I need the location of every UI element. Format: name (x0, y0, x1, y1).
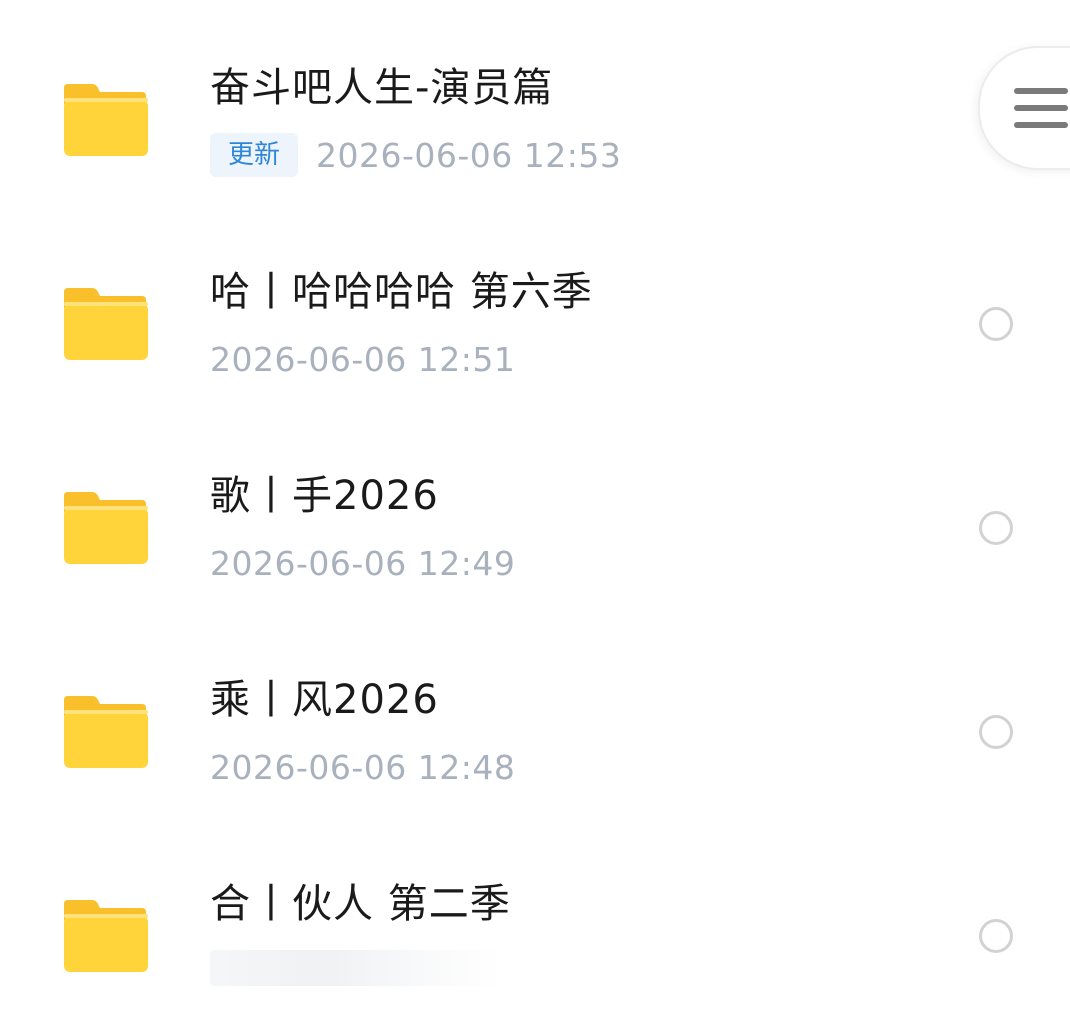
folder-meta: 更新 2026-06-06 12:53 (210, 133, 621, 177)
modified-date: 2026-06-06 12:49 (210, 543, 516, 583)
folder-icon (62, 896, 148, 972)
list-item-folder[interactable]: 乘丨风2026 2026-06-06 12:48 (0, 612, 1070, 816)
obscured-date (210, 950, 500, 986)
folder-icon (62, 80, 148, 156)
folder-meta: 2026-06-06 12:49 (210, 541, 515, 585)
select-radio[interactable] (979, 919, 1013, 953)
list-item-folder[interactable]: 哈丨哈哈哈哈 第六季 2026-06-06 12:51 (0, 204, 1070, 408)
list-item-folder[interactable]: 歌丨手2026 2026-06-06 12:49 (0, 408, 1070, 612)
modified-date: 2026-06-06 12:48 (210, 747, 516, 787)
modified-date: 2026-06-06 12:53 (316, 135, 622, 175)
select-radio[interactable] (979, 511, 1013, 545)
list-item-folder[interactable]: 合丨伙人 第二季 (0, 816, 1070, 1020)
folder-name: 合丨伙人 第二季 (210, 881, 511, 927)
folder-meta: 2026-06-06 12:48 (210, 745, 515, 789)
select-radio[interactable] (979, 715, 1013, 749)
folder-icon (62, 488, 148, 564)
folder-icon (62, 284, 148, 360)
folder-icon (62, 692, 148, 768)
folder-name: 哈丨哈哈哈哈 第六季 (210, 269, 593, 315)
select-radio[interactable] (979, 307, 1013, 341)
folder-name: 奋斗吧人生-演员篇 (210, 65, 554, 111)
update-badge: 更新 (210, 133, 299, 177)
file-list: 奋斗吧人生-演员篇 更新 2026-06-06 12:53 哈丨哈哈哈哈 第六季… (0, 0, 1070, 1020)
folder-name: 乘丨风2026 (210, 677, 439, 723)
modified-date: 2026-06-06 12:51 (210, 339, 516, 379)
folder-meta: 2026-06-06 12:51 (210, 337, 515, 381)
folder-name: 歌丨手2026 (210, 473, 439, 519)
list-item-folder[interactable]: 奋斗吧人生-演员篇 更新 2026-06-06 12:53 (0, 0, 1070, 204)
